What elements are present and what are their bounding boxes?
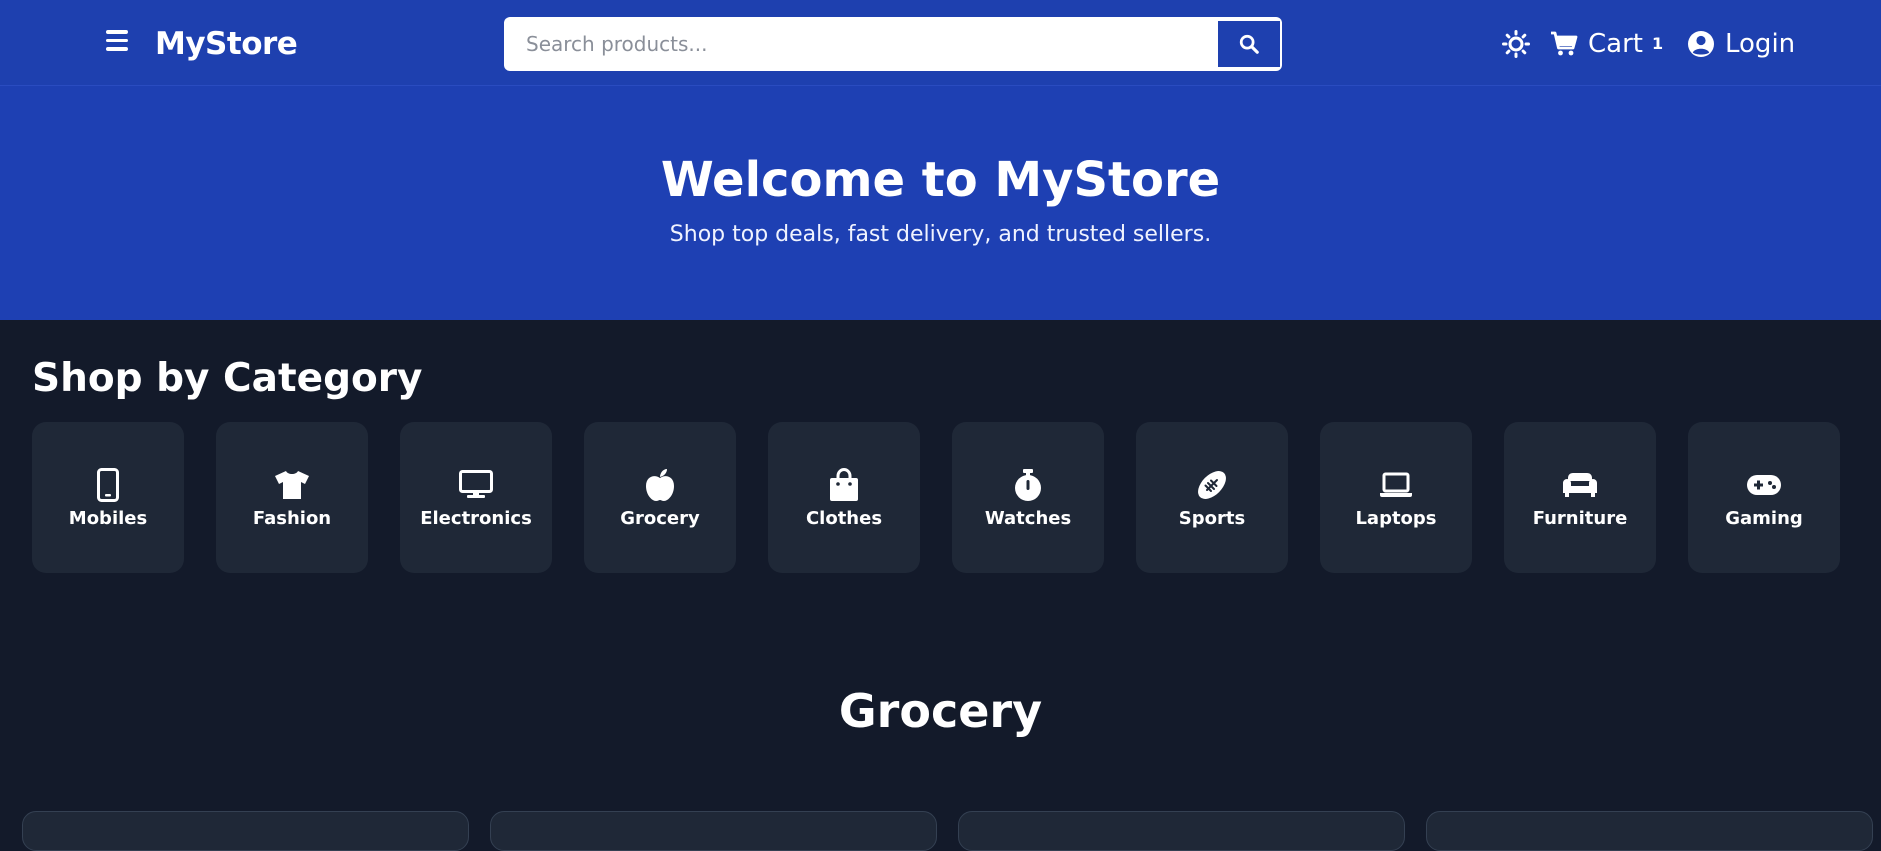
category-card-mobiles[interactable]: Mobiles	[32, 422, 184, 573]
category-card-furniture[interactable]: Furniture	[1504, 422, 1656, 573]
shopping-bag-icon	[829, 466, 859, 504]
theme-toggle-button[interactable]	[1501, 29, 1531, 59]
product-card[interactable]	[490, 811, 937, 851]
category-label: Fashion	[252, 508, 332, 529]
user-circle-icon	[1688, 31, 1714, 57]
monitor-icon	[459, 466, 493, 504]
category-label: Watches	[984, 508, 1072, 529]
category-card-clothes[interactable]: Clothes	[768, 422, 920, 573]
category-card-laptops[interactable]: Laptops	[1320, 422, 1472, 573]
hamburger-icon[interactable]	[106, 30, 132, 54]
login-link[interactable]: Login	[1687, 26, 1795, 62]
category-label: Mobiles	[68, 508, 148, 529]
category-list: Mobiles Fashion Electronics Grocery Clot…	[32, 422, 1852, 574]
cart-count-badge: 1	[1652, 34, 1664, 53]
category-card-gaming[interactable]: Gaming	[1688, 422, 1840, 573]
grocery-section-title: Grocery	[838, 684, 1043, 738]
search-bar	[504, 17, 1282, 71]
category-label: Grocery	[620, 508, 700, 529]
laptop-icon	[1379, 466, 1413, 504]
category-label: Sports	[1178, 508, 1246, 529]
search-button[interactable]	[1218, 21, 1280, 67]
brand-logo[interactable]: MyStore	[155, 26, 298, 62]
apple-icon	[645, 466, 675, 504]
category-label: Electronics	[420, 508, 532, 529]
couch-icon	[1562, 466, 1598, 504]
hero-title: Welcome to MyStore	[660, 152, 1221, 208]
football-icon	[1195, 466, 1229, 504]
product-card[interactable]	[958, 811, 1405, 851]
search-icon	[1239, 34, 1259, 54]
category-card-electronics[interactable]: Electronics	[400, 422, 552, 573]
product-card[interactable]	[22, 811, 469, 851]
category-label: Clothes	[805, 508, 883, 529]
product-card[interactable]	[1426, 811, 1873, 851]
hero-banner: Welcome to MyStore Shop top deals, fast …	[0, 86, 1881, 320]
category-card-sports[interactable]: Sports	[1136, 422, 1288, 573]
cart-link[interactable]: Cart	[1550, 26, 1643, 62]
search-input[interactable]	[504, 17, 1218, 71]
login-label: Login	[1725, 29, 1796, 59]
category-card-fashion[interactable]: Fashion	[216, 422, 368, 573]
category-card-grocery[interactable]: Grocery	[584, 422, 736, 573]
top-navbar: MyStore Search products... Cart 1 Login	[0, 0, 1881, 86]
category-label: Laptops	[1355, 508, 1437, 529]
sun-icon	[1502, 30, 1530, 58]
tshirt-icon	[274, 466, 310, 504]
stopwatch-icon	[1013, 466, 1043, 504]
hero-subtitle: Shop top deals, fast delivery, and trust…	[669, 222, 1212, 247]
mobile-icon	[97, 466, 119, 504]
category-label: Gaming	[1725, 508, 1803, 529]
category-label: Furniture	[1532, 508, 1628, 529]
category-card-watches[interactable]: Watches	[952, 422, 1104, 573]
cart-icon	[1551, 31, 1578, 56]
gamepad-icon	[1746, 466, 1782, 504]
category-section-title: Shop by Category	[32, 356, 423, 401]
cart-label: Cart	[1588, 29, 1643, 59]
